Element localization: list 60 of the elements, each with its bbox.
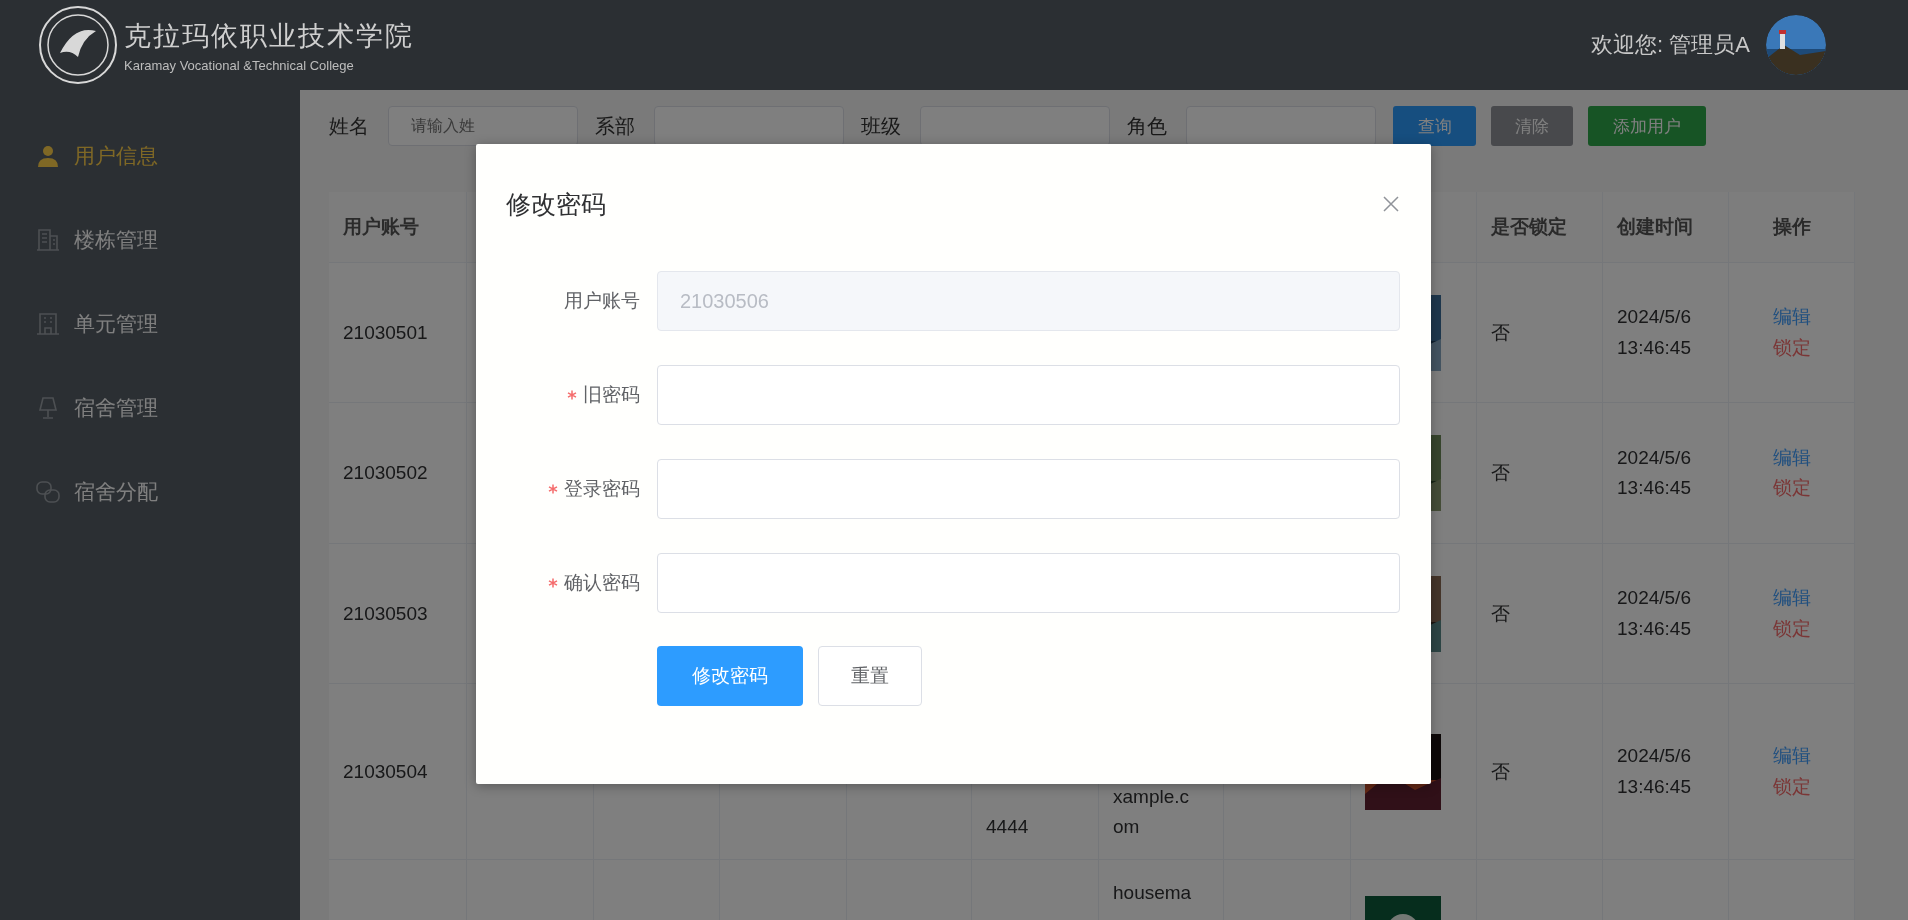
action-link[interactable]: 编辑 (1772, 741, 1811, 772)
table-cell: 否 (1477, 263, 1603, 403)
action-link[interactable]: 编辑 (1772, 583, 1811, 614)
field-label: 确认密码 (564, 571, 640, 595)
column-header: 创建时间 (1603, 192, 1729, 263)
input-field[interactable] (657, 365, 1400, 425)
sidebar-item[interactable]: 单元管理 (0, 282, 300, 366)
sidebar-item[interactable]: 宿舍管理 (0, 366, 300, 450)
sidebar-item[interactable]: 楼栋管理 (0, 198, 300, 282)
dialog-button[interactable]: 修改密码 (657, 646, 803, 706)
filter-field[interactable] (1186, 106, 1376, 146)
close-icon[interactable] (1383, 196, 1399, 212)
column-header: 是否锁定 (1477, 192, 1603, 263)
table-cell: housema (1099, 860, 1224, 920)
field-label: 用户账号 (564, 289, 640, 313)
column-header: 操作 (1729, 192, 1855, 263)
table-cell: 21030502 (329, 403, 467, 544)
action-link[interactable]: 锁定 (1772, 613, 1811, 644)
action-link[interactable]: 锁定 (1772, 332, 1811, 363)
input-field[interactable] (657, 459, 1400, 519)
column-header: 用户账号 (329, 192, 467, 263)
filter-label: 系部 (595, 113, 636, 139)
table-cell: 否 (1477, 403, 1603, 544)
table-cell: 21030503 (329, 544, 467, 684)
filter-button[interactable]: 添加用户 (1588, 106, 1706, 146)
action-link[interactable]: 编辑 (1772, 302, 1811, 333)
filter-field[interactable] (920, 106, 1110, 146)
input-field[interactable] (657, 553, 1400, 613)
college-name: 克拉玛依职业技术学院 (124, 19, 414, 53)
field-label: 登录密码 (564, 477, 640, 501)
office-building-icon (36, 312, 60, 336)
filter-field[interactable] (654, 106, 844, 146)
link-icon (36, 480, 60, 504)
dialog-button[interactable]: 重置 (818, 646, 922, 706)
filter-label: 班级 (861, 113, 902, 139)
field-label: 旧密码 (583, 383, 640, 407)
building-icon (36, 228, 60, 252)
table-cell: 2024/5/6 13:46:45 (1603, 403, 1729, 544)
table-cell: 2024/5/6 13:46:45 (1603, 544, 1729, 684)
lamp-icon (36, 396, 60, 420)
filter-field[interactable]: 请输入姓 (388, 106, 578, 146)
filter-button[interactable]: 查询 (1393, 106, 1476, 146)
table-cell: 否 (1477, 684, 1603, 860)
action-link[interactable]: 锁定 (1772, 771, 1811, 802)
sidebar-item[interactable]: 用户信息 (0, 114, 300, 198)
table-cell: 否 (1477, 544, 1603, 684)
table-cell: 21030501 (329, 263, 467, 403)
table-cell: 2024/5/6 13:46:45 (1603, 263, 1729, 403)
user-icon (36, 144, 60, 168)
college-english-name: Karamay Vocational &Technical College (124, 57, 355, 73)
action-link[interactable]: 编辑 (1772, 442, 1811, 473)
table-cell: 21030504 (329, 684, 467, 860)
welcome-text: 欢迎您: 管理员A (1591, 31, 1750, 59)
filter-label: 角色 (1127, 113, 1168, 139)
dialog-title: 修改密码 (506, 188, 606, 220)
college-logo-icon (38, 5, 118, 85)
filter-label: 姓名 (329, 113, 370, 139)
action-link[interactable]: 锁定 (1772, 473, 1811, 504)
table-cell: 2024/5/6 13:46:45 (1603, 684, 1729, 860)
sidebar-item[interactable]: 宿舍分配 (0, 450, 300, 534)
